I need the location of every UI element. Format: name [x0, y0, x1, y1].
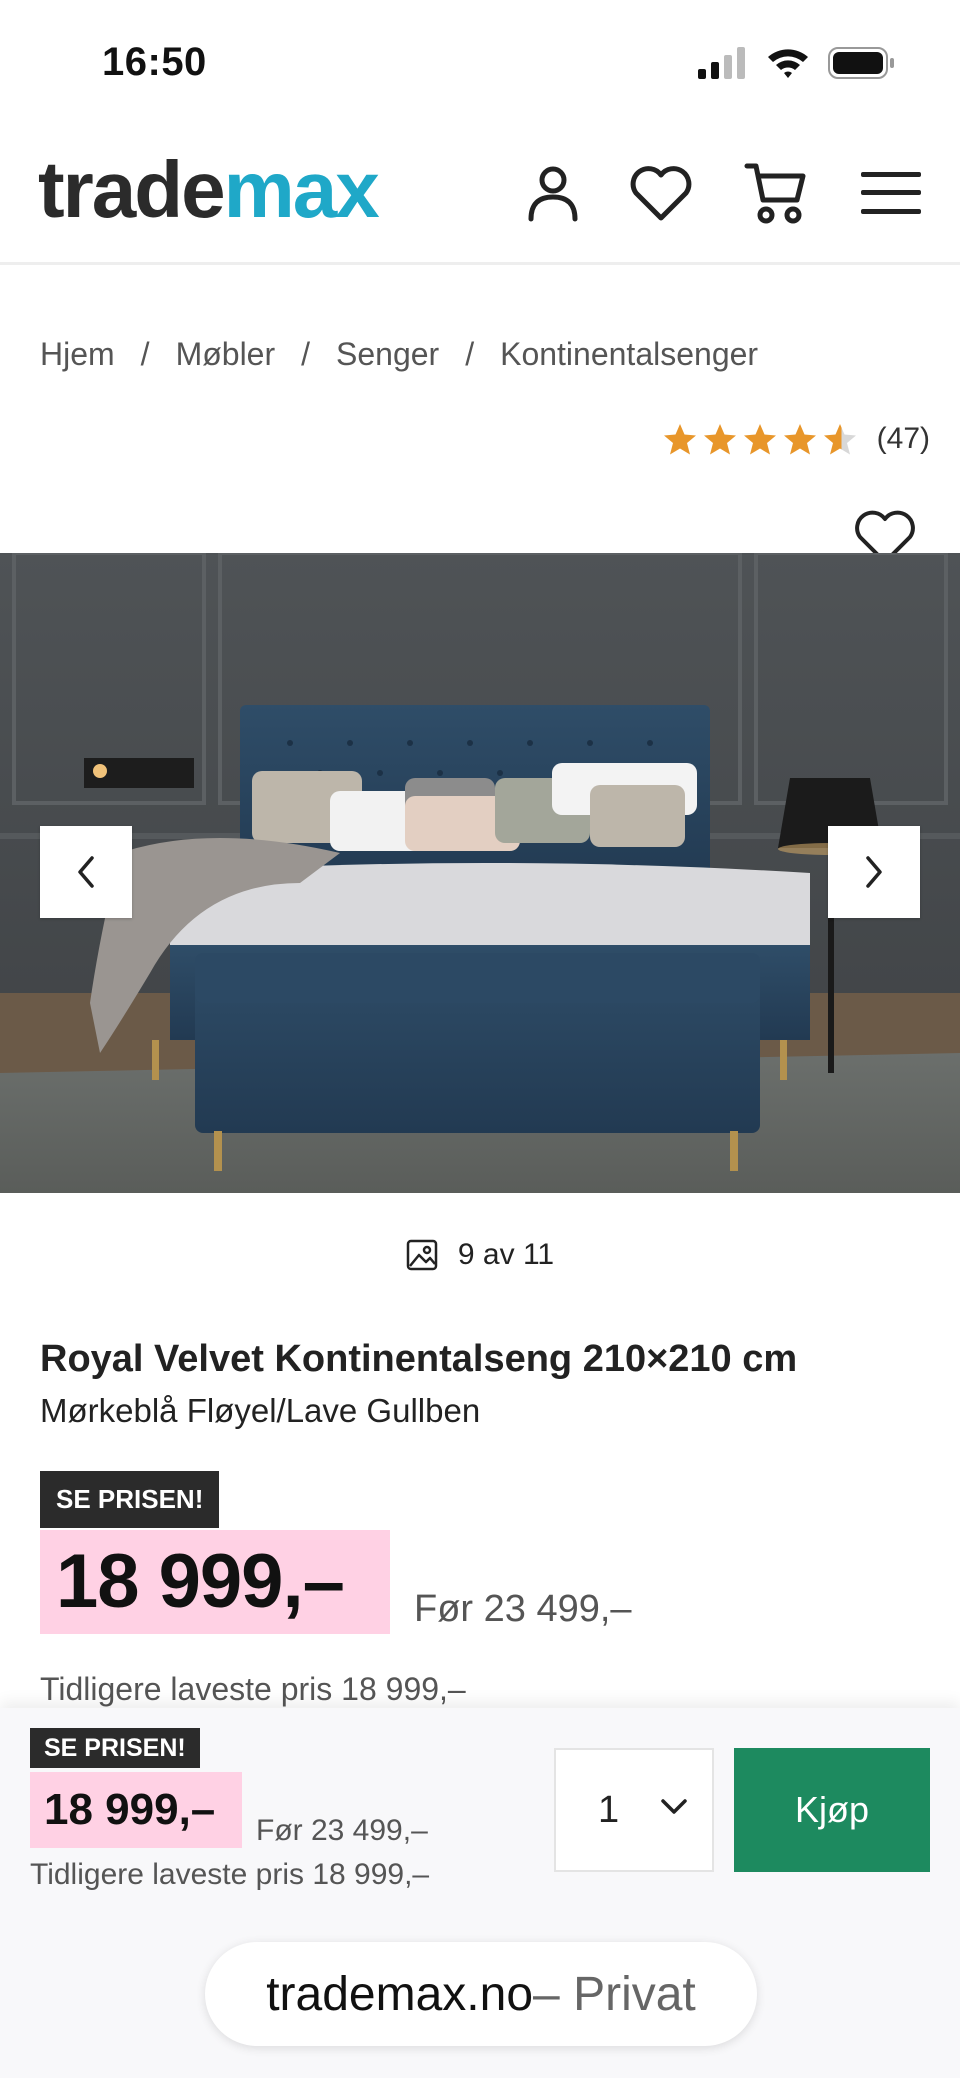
lowest-price-note: Tidligere laveste pris 18 999,–: [40, 1671, 466, 1707]
breadcrumb-furniture[interactable]: Møbler: [176, 336, 276, 373]
sticky-price: 18 999,–: [30, 1772, 242, 1848]
star-icon: [743, 424, 776, 455]
image-icon: [406, 1239, 438, 1271]
url-domain: trademax.no: [266, 1967, 534, 2021]
breadcrumb-beds[interactable]: Senger: [336, 336, 439, 373]
wifi-icon: [768, 49, 808, 78]
battery-icon: [828, 47, 894, 79]
product-image-gallery[interactable]: [0, 553, 960, 1193]
sticky-price-badge: SE PRISEN!: [30, 1728, 200, 1768]
logo-part1: trade: [38, 145, 226, 234]
breadcrumb-home[interactable]: Hjem: [40, 336, 115, 373]
buy-button[interactable]: Kjøp: [734, 1748, 930, 1872]
half-star-icon: [823, 424, 856, 455]
quantity-value: 1: [598, 1788, 620, 1831]
user-icon[interactable]: [518, 158, 588, 228]
gallery-prev-button[interactable]: [40, 826, 132, 918]
gallery-next-button[interactable]: [828, 826, 920, 918]
browser-url-bar[interactable]: trademax.no – Privat: [205, 1942, 757, 2046]
star-icon: [783, 424, 816, 455]
sticky-old-price: Før 23 499,–: [256, 1814, 428, 1847]
product-title: Royal Velvet Kontinentalseng 210×210 cm: [40, 1338, 798, 1380]
product-price: 18 999,–: [40, 1530, 390, 1634]
sticky-lowest-price-note: Tidligere laveste pris 18 999,–: [30, 1858, 430, 1891]
breadcrumb: Hjem / Møbler / Senger / Kontinentalseng…: [40, 336, 758, 373]
chevron-down-icon: [661, 1799, 687, 1814]
signal-icon: [698, 47, 745, 79]
status-icons: [698, 46, 896, 80]
star-icon: [663, 424, 696, 455]
price-badge: SE PRISEN!: [40, 1471, 220, 1528]
trademax-logo[interactable]: trademax: [38, 150, 380, 230]
star-icon: [703, 424, 736, 455]
cart-icon[interactable]: [740, 158, 810, 228]
product-rating[interactable]: (47): [663, 422, 930, 456]
image-counter-text: 9 av 11: [457, 1238, 555, 1271]
quantity-select[interactable]: 1: [554, 1748, 714, 1872]
product-image: [0, 553, 960, 1193]
product-subtitle: Mørkeblå Fløyel/Lave Gullben: [40, 1392, 481, 1429]
breadcrumb-continental-beds[interactable]: Kontinentalsenger: [500, 336, 758, 373]
menu-icon[interactable]: [856, 158, 926, 228]
breadcrumb-separator: /: [465, 336, 475, 372]
status-time: 16:50: [102, 40, 207, 84]
url-private-mode: – Privat: [533, 1967, 696, 2021]
site-header: trademax: [0, 130, 960, 265]
breadcrumb-separator: /: [140, 336, 150, 372]
chevron-left-icon: [78, 856, 94, 888]
status-bar: 16:50: [0, 0, 960, 120]
rating-count: (47): [876, 422, 930, 455]
old-price: Før 23 499,–: [414, 1588, 632, 1630]
heart-icon[interactable]: [626, 158, 696, 228]
breadcrumb-separator: /: [301, 336, 311, 372]
logo-part2: max: [223, 145, 380, 234]
chevron-right-icon: [866, 856, 882, 888]
image-counter: 9 av 11: [0, 1238, 960, 1272]
